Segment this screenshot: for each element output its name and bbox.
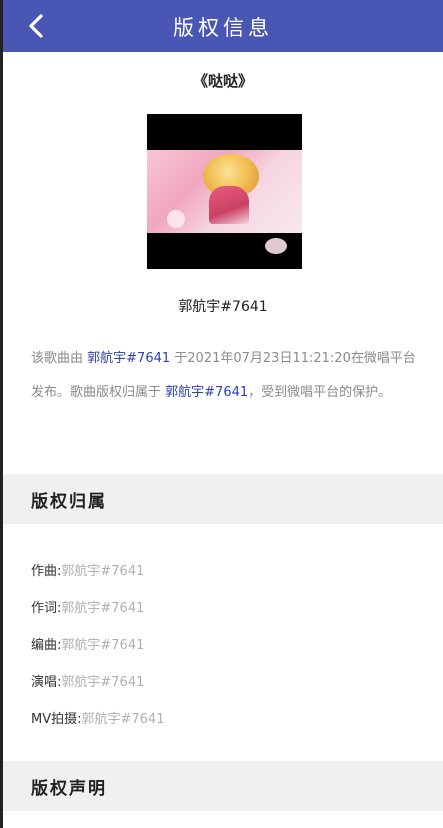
copyright-info-page: 版权信息 《哒哒》 郭航宇#7641 该歌曲由 郭航宇#7641 于2021年0… [0, 0, 443, 828]
credit-value: 郭航宇#7641 [61, 601, 145, 616]
credit-value: 郭航宇#7641 [61, 564, 145, 579]
copyright-description: 该歌曲由 郭航宇#7641 于2021年07月23日11:21:20在微唱平台发… [31, 351, 416, 400]
author-link[interactable]: 郭航宇#7641 [87, 351, 170, 366]
cover-character-body [209, 186, 249, 224]
credit-label: 作曲: [31, 564, 62, 579]
section-ownership: 版权归属 [3, 474, 443, 524]
section-statement: 版权声明 [3, 761, 443, 811]
credit-row: 作词:郭航宇#7641 [31, 597, 144, 616]
credit-label: MV拍摄: [31, 712, 82, 727]
credit-value: 郭航宇#7641 [61, 675, 145, 690]
song-title: 《哒哒》 [192, 72, 253, 90]
top-bar: 版权信息 [3, 0, 443, 52]
credit-value: 郭航宇#7641 [61, 638, 145, 653]
artist-name: 郭航宇#7641 [178, 299, 268, 315]
credit-row: 编曲:郭航宇#7641 [31, 634, 144, 653]
owner-link[interactable]: 郭航宇#7641 [165, 385, 248, 400]
credit-row: MV拍摄:郭航宇#7641 [31, 708, 164, 727]
credit-label: 演唱: [31, 675, 62, 690]
credit-label: 作词: [31, 601, 62, 616]
credit-label: 编曲: [31, 638, 62, 653]
album-cover [147, 114, 302, 269]
page-title: 版权信息 [173, 16, 273, 40]
section-title: 版权声明 [31, 779, 107, 799]
section-title: 版权归属 [31, 492, 107, 512]
credit-value: 郭航宇#7641 [81, 712, 165, 727]
credit-row: 演唱:郭航宇#7641 [31, 671, 144, 690]
credit-row: 作曲:郭航宇#7641 [31, 560, 144, 579]
